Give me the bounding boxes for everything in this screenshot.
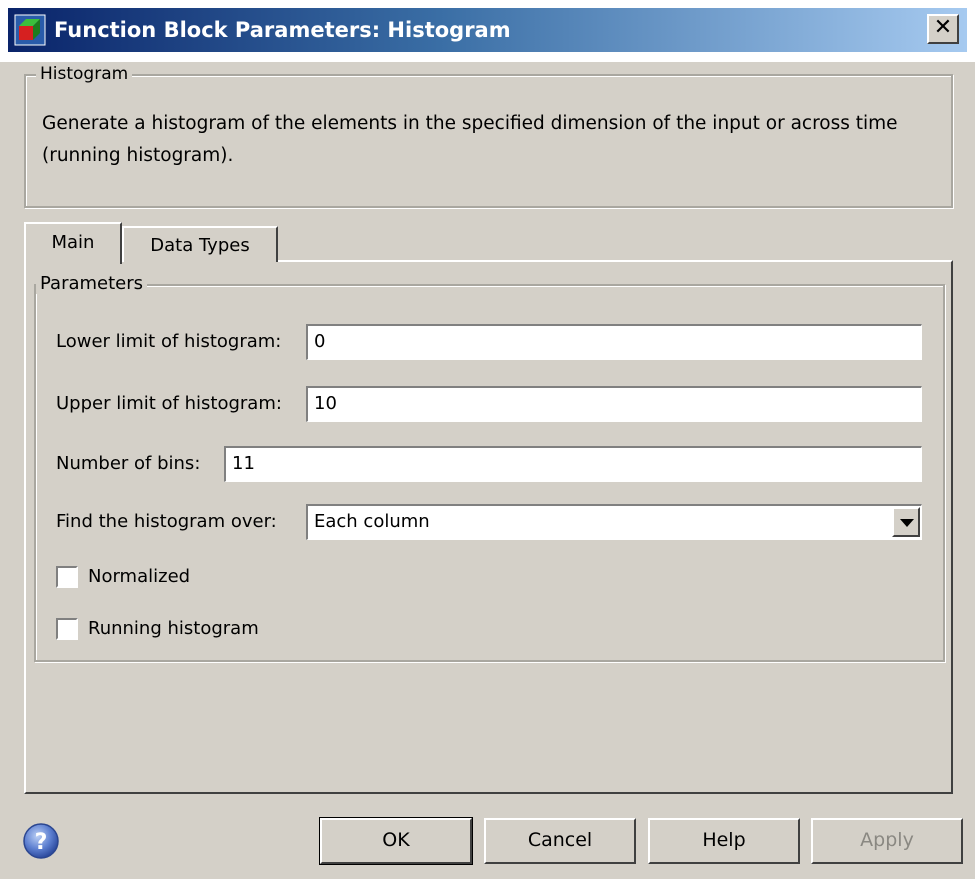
normalized-checkbox[interactable] — [56, 566, 78, 588]
window-title: Function Block Parameters: Histogram — [54, 18, 511, 42]
tab-main[interactable]: Main — [24, 222, 122, 264]
upper-limit-input[interactable]: 10 — [306, 386, 922, 422]
tab-main-label: Main — [51, 232, 95, 253]
help-icon[interactable]: ? — [22, 822, 60, 860]
cancel-button[interactable]: Cancel — [484, 818, 636, 864]
description-group-label: Histogram — [36, 64, 133, 84]
find-over-label: Find the histogram over: — [56, 511, 277, 532]
num-bins-input[interactable]: 11 — [224, 446, 922, 482]
tab-data-types-label: Data Types — [150, 235, 250, 256]
find-over-value: Each column — [314, 511, 430, 532]
block-description: Generate a histogram of the elements in … — [42, 113, 898, 166]
close-button[interactable]: ✕ — [927, 14, 959, 44]
close-icon: ✕ — [933, 15, 953, 40]
find-over-select[interactable]: Each column — [306, 504, 922, 540]
running-histogram-label: Running histogram — [88, 618, 259, 639]
chevron-down-icon — [900, 519, 914, 527]
parameters-group-label: Parameters — [36, 274, 148, 294]
simulink-block-icon — [14, 14, 46, 46]
running-histogram-checkbox[interactable] — [56, 618, 78, 640]
ok-button[interactable]: OK — [319, 817, 473, 865]
lower-limit-input[interactable]: 0 — [306, 324, 922, 360]
apply-button[interactable]: Apply — [811, 818, 963, 864]
svg-text:?: ? — [35, 830, 48, 855]
help-button[interactable]: Help — [648, 818, 800, 864]
find-over-dropdown-button[interactable] — [892, 507, 920, 537]
tab-data-types[interactable]: Data Types — [122, 226, 278, 262]
lower-limit-label: Lower limit of histogram: — [56, 331, 282, 352]
normalized-label: Normalized — [88, 566, 191, 587]
upper-limit-label: Upper limit of histogram: — [56, 393, 282, 414]
num-bins-label: Number of bins: — [56, 453, 201, 474]
title-bar: Function Block Parameters: Histogram ✕ — [0, 0, 975, 62]
